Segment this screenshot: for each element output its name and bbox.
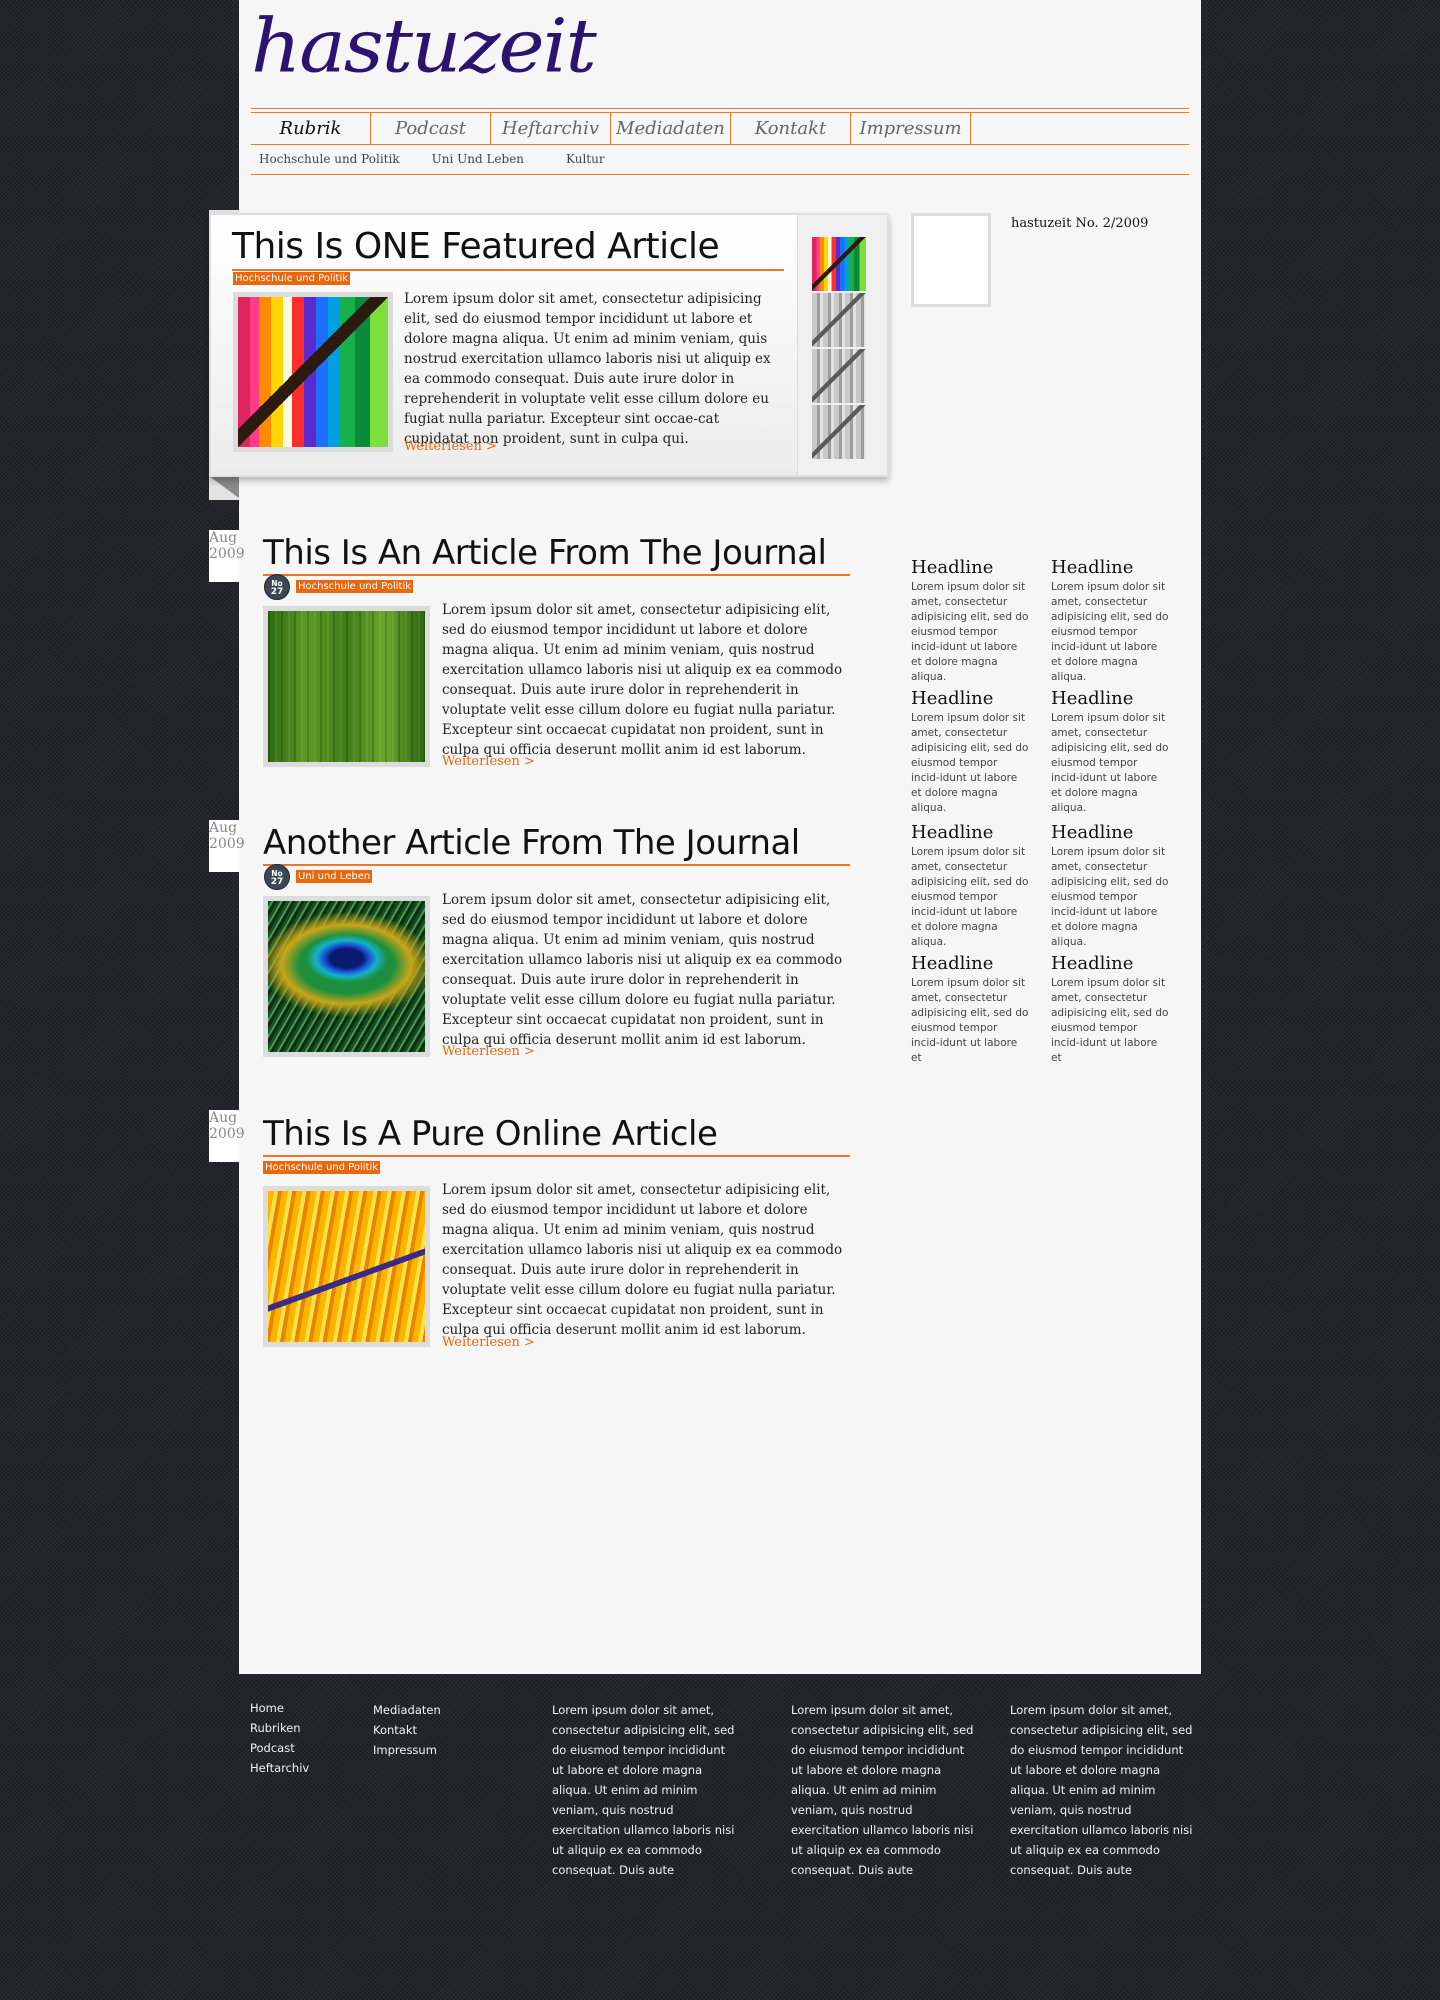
footer-link-heftarchiv[interactable]: Heftarchiv <box>250 1758 309 1778</box>
peacock-feather-image <box>268 901 425 1052</box>
footer-text-block: Lorem ipsum dolor sit amet, consectetur … <box>791 1703 974 1877</box>
headline-title[interactable]: Headline <box>911 557 1029 579</box>
thumb-selector[interactable] <box>812 405 866 459</box>
seal-number: 27 <box>270 587 284 597</box>
footer-link-kontakt[interactable]: Kontakt <box>373 1720 441 1740</box>
subnav-item-uni-und-leben[interactable]: Uni Und Leben <box>432 152 524 166</box>
read-more-link[interactable]: Weiterlesen > <box>442 754 535 769</box>
nav-rule <box>251 108 1189 109</box>
footer-text-block: Lorem ipsum dolor sit amet, consectetur … <box>1010 1703 1193 1877</box>
category-badge[interactable]: Hochschule und Politik <box>296 580 414 593</box>
headline-title[interactable]: Headline <box>911 822 1029 844</box>
featured-title[interactable]: This Is ONE Featured Article <box>232 225 784 271</box>
thumb-selector[interactable] <box>812 349 866 403</box>
footer-nav-secondary: Mediadaten Kontakt Impressum <box>373 1700 441 1760</box>
issue-cover[interactable] <box>911 213 991 307</box>
date-tab: Aug 2009 <box>209 820 245 872</box>
grass-image <box>268 611 425 762</box>
date-year: 2009 <box>209 546 245 562</box>
featured-thumbnail[interactable] <box>233 292 393 452</box>
category-badge[interactable]: Hochschule und Politik <box>263 1161 381 1174</box>
date-year: 2009 <box>209 1126 245 1142</box>
date-month: Aug <box>209 820 238 836</box>
subnav-item-hochschule[interactable]: Hochschule und Politik <box>259 152 400 166</box>
headline-text: Lorem ipsum dolor sit amet, consectetur … <box>1051 977 1169 1064</box>
article-title[interactable]: Another Article From The Journal <box>263 822 850 866</box>
footer-link-podcast[interactable]: Podcast <box>250 1738 309 1758</box>
date-tab: Aug 2009 <box>209 530 245 582</box>
library-image <box>268 1191 425 1342</box>
featured-thumbnail-strip <box>797 215 887 475</box>
nav-rule <box>251 144 1189 145</box>
headline-text: Lorem ipsum dolor sit amet, consectetur … <box>1051 712 1169 814</box>
thumb-selector-active[interactable] <box>812 237 866 291</box>
nav-item-podcast[interactable]: Podcast <box>371 113 491 144</box>
read-more-link[interactable]: Weiterlesen > <box>442 1044 535 1059</box>
headline-text: Lorem ipsum dolor sit amet, consectetur … <box>1051 846 1169 948</box>
article-thumbnail[interactable] <box>263 606 430 767</box>
date-month: Aug <box>209 530 238 546</box>
footer-nav-primary: Home Rubriken Podcast Heftarchiv <box>250 1698 309 1778</box>
sidebar-headline-item[interactable]: Headline Lorem ipsum dolor sit amet, con… <box>1051 688 1169 816</box>
headline-title[interactable]: Headline <box>1051 953 1169 975</box>
issue-label[interactable]: hastuzeit No. 2/2009 <box>1011 216 1148 231</box>
read-more-link[interactable]: Weiterlesen > <box>404 439 497 454</box>
main-nav: Rubrik Podcast Heftarchiv Mediadaten Kon… <box>251 113 1189 144</box>
nav-item-mediadaten[interactable]: Mediadaten <box>611 113 731 144</box>
article-body: Lorem ipsum dolor sit amet, consectetur … <box>442 602 843 758</box>
subnav-item-kultur[interactable]: Kultur <box>566 152 605 166</box>
sidebar-headline-item[interactable]: Headline Lorem ipsum dolor sit amet, con… <box>911 953 1029 1066</box>
issue-seal: No 27 <box>264 864 290 890</box>
article-title[interactable]: This Is A Pure Online Article <box>263 1113 850 1157</box>
category-badge[interactable]: Uni und Leben <box>296 870 373 883</box>
headline-text: Lorem ipsum dolor sit amet, consectetur … <box>911 581 1029 683</box>
thumb-selector[interactable] <box>812 293 866 347</box>
article-thumbnail[interactable] <box>263 896 430 1057</box>
seal-number: 27 <box>270 877 284 887</box>
article-body: Lorem ipsum dolor sit amet, consectetur … <box>442 1182 843 1338</box>
headline-text: Lorem ipsum dolor sit amet, consectetur … <box>911 846 1029 948</box>
sidebar-headline-item[interactable]: Headline Lorem ipsum dolor sit amet, con… <box>911 557 1029 685</box>
footer-link-home[interactable]: Home <box>250 1698 309 1718</box>
featured-body: Lorem ipsum dolor sit amet, consectetur … <box>404 291 771 447</box>
subnav-rule <box>251 174 1189 175</box>
date-tab: Aug 2009 <box>209 1110 245 1162</box>
sidebar-headline-item[interactable]: Headline Lorem ipsum dolor sit amet, con… <box>911 822 1029 950</box>
category-badge[interactable]: Hochschule und Politik <box>233 272 351 285</box>
headline-title[interactable]: Headline <box>1051 557 1169 579</box>
nav-item-rubrik[interactable]: Rubrik <box>251 113 371 144</box>
colored-pencils-image <box>238 297 388 447</box>
headline-title[interactable]: Headline <box>911 953 1029 975</box>
issue-seal: No 27 <box>264 574 290 600</box>
featured-ribbon-fold <box>209 476 239 498</box>
featured-article: This Is ONE Featured Article Hochschule … <box>209 213 889 477</box>
date-month: Aug <box>209 1110 238 1126</box>
headline-title[interactable]: Headline <box>1051 688 1169 710</box>
headline-title[interactable]: Headline <box>1051 822 1169 844</box>
nav-item-heftarchiv[interactable]: Heftarchiv <box>491 113 611 144</box>
sidebar-headline-item[interactable]: Headline Lorem ipsum dolor sit amet, con… <box>1051 557 1169 685</box>
footer-link-mediadaten[interactable]: Mediadaten <box>373 1700 441 1720</box>
headline-title[interactable]: Headline <box>911 688 1029 710</box>
sidebar-headline-item[interactable]: Headline Lorem ipsum dolor sit amet, con… <box>1051 953 1169 1066</box>
headline-text: Lorem ipsum dolor sit amet, consectetur … <box>911 712 1029 814</box>
site-logo[interactable]: hastuzeit <box>251 4 597 90</box>
nav-item-kontakt[interactable]: Kontakt <box>731 113 851 144</box>
sidebar-headline-item[interactable]: Headline Lorem ipsum dolor sit amet, con… <box>911 688 1029 816</box>
sub-nav: Hochschule und Politik Uni Und Leben Kul… <box>259 152 637 166</box>
headline-text: Lorem ipsum dolor sit amet, consectetur … <box>911 977 1029 1064</box>
footer-link-rubriken[interactable]: Rubriken <box>250 1718 309 1738</box>
sidebar-headline-item[interactable]: Headline Lorem ipsum dolor sit amet, con… <box>1051 822 1169 950</box>
footer-link-impressum[interactable]: Impressum <box>373 1740 441 1760</box>
nav-item-impressum[interactable]: Impressum <box>851 113 971 144</box>
article-thumbnail[interactable] <box>263 1186 430 1347</box>
article-body: Lorem ipsum dolor sit amet, consectetur … <box>442 892 843 1048</box>
article-title[interactable]: This Is An Article From The Journal <box>263 532 850 576</box>
headline-text: Lorem ipsum dolor sit amet, consectetur … <box>1051 581 1169 683</box>
read-more-link[interactable]: Weiterlesen > <box>442 1335 535 1350</box>
footer-text-block: Lorem ipsum dolor sit amet, consectetur … <box>552 1703 735 1877</box>
date-year: 2009 <box>209 836 245 852</box>
